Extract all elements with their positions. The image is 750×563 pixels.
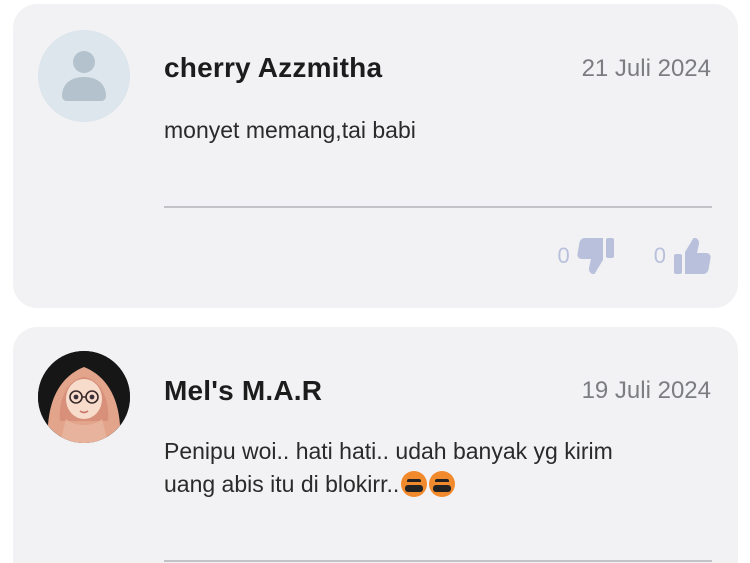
comment-text-line: Penipu woi.. hati hati.. udah banyak yg …	[164, 438, 613, 464]
comment-text: monyet memang,tai babi	[164, 117, 416, 143]
divider	[164, 206, 712, 208]
thumbs-up-icon	[674, 238, 711, 274]
comment-text-line: uang abis itu di blokirr..	[164, 468, 698, 501]
comment-card: cherry Azzmitha 21 Juli 2024 monyet mema…	[13, 4, 738, 308]
dislike-button[interactable]: 0	[558, 236, 616, 276]
cursing-face-emoji-icon	[429, 471, 456, 497]
thumbs-down-icon	[577, 238, 614, 274]
default-user-icon	[38, 30, 130, 122]
comment-date: 19 Juli 2024	[581, 377, 711, 404]
avatar[interactable]	[38, 30, 130, 122]
like-count: 0	[653, 243, 666, 268]
divider	[164, 560, 712, 562]
comment-text: Penipu woi.. hati hati.. udah banyak yg …	[164, 435, 698, 501]
like-button[interactable]: 0	[654, 236, 712, 276]
hijab-girl-cartoon-avatar	[38, 351, 130, 443]
comment-date: 21 Juli 2024	[581, 55, 711, 82]
comment-card: Mel's M.A.R 19 Juli 2024 Penipu woi.. ha…	[13, 327, 738, 563]
dislike-count: 0	[557, 243, 570, 268]
avatar[interactable]	[38, 351, 130, 443]
comment-author: cherry Azzmitha	[164, 52, 383, 83]
comments-list: cherry Azzmitha 21 Juli 2024 monyet mema…	[0, 0, 750, 563]
comment-text-line-part: uang abis itu di blokirr..	[164, 471, 400, 497]
comment-author: Mel's M.A.R	[164, 375, 323, 406]
cursing-face-emoji-icon	[401, 471, 428, 497]
comment-actions: 0 0	[558, 226, 713, 286]
